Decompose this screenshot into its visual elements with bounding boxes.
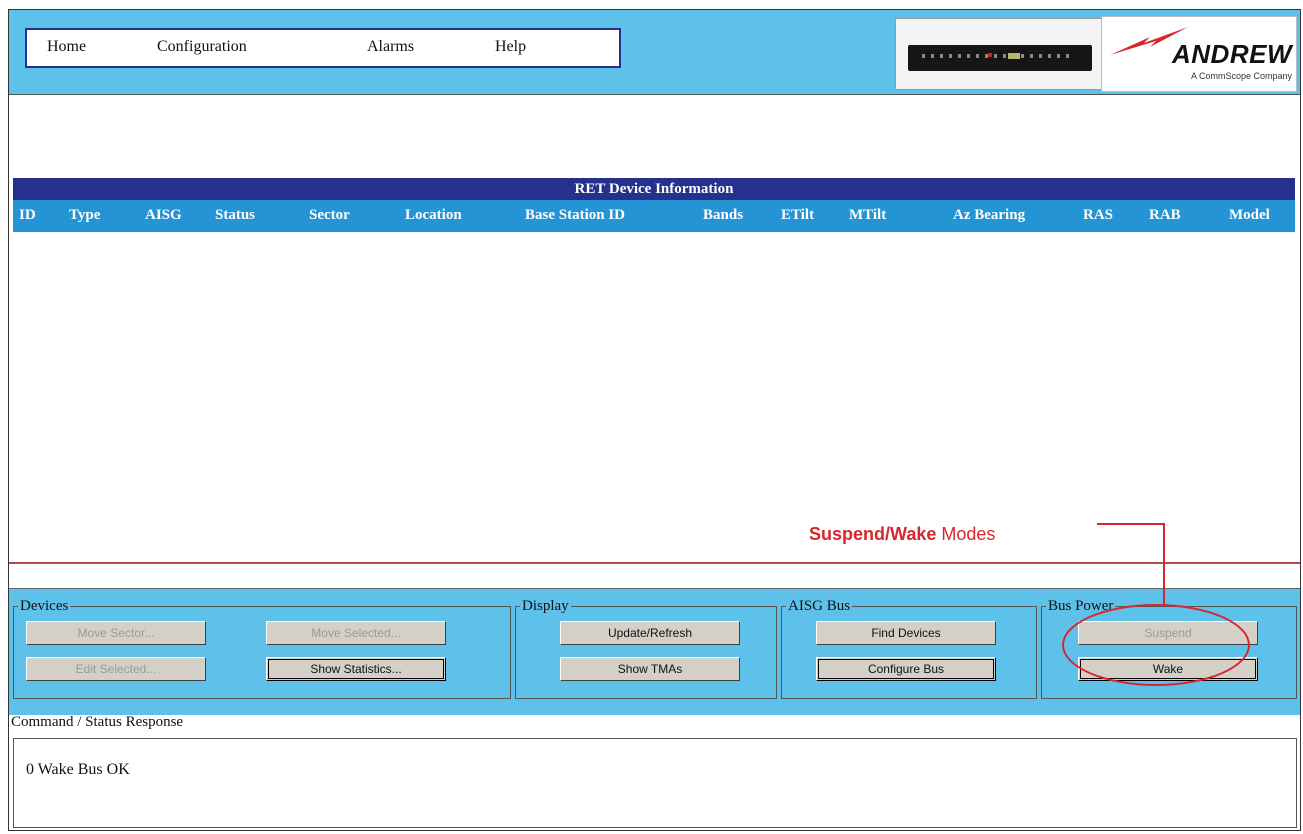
wake-button[interactable]: Wake [1078, 657, 1258, 681]
col-location[interactable]: Location [405, 207, 462, 224]
table-title: RET Device Information [13, 178, 1295, 200]
devices-group: Devices Move Sector... Move Selected... … [13, 597, 511, 699]
annotation-rest: Modes [936, 524, 996, 544]
col-base-station-id[interactable]: Base Station ID [525, 207, 625, 224]
aisg-bus-group: AISG Bus Find Devices Configure Bus [781, 597, 1037, 699]
bus-power-group-label: Bus Power [1046, 597, 1116, 615]
control-panel: Devices Move Sector... Move Selected... … [9, 588, 1300, 715]
company-logo: ANDREW A CommScope Company [1101, 16, 1297, 92]
rack-unit-icon [908, 45, 1092, 71]
col-etilt[interactable]: ETilt [781, 207, 814, 224]
logo-tagline: A CommScope Company [1190, 71, 1292, 81]
show-statistics-button[interactable]: Show Statistics... [266, 657, 446, 681]
move-selected-button[interactable]: Move Selected... [266, 621, 446, 645]
edit-selected-button[interactable]: Edit Selected... [26, 657, 206, 681]
col-id[interactable]: ID [19, 207, 36, 224]
app-window: Home Configuration Alarms Help ANDREW A … [8, 9, 1301, 831]
configure-bus-button[interactable]: Configure Bus [816, 657, 996, 681]
show-tmas-button[interactable]: Show TMAs [560, 657, 740, 681]
logo-name: ANDREW [1172, 39, 1292, 69]
col-mtilt[interactable]: MTilt [849, 207, 886, 224]
col-ras[interactable]: RAS [1083, 207, 1113, 224]
status-response-box: 0 Wake Bus OK [13, 738, 1297, 828]
col-bands[interactable]: Bands [703, 207, 743, 224]
display-group-label: Display [520, 597, 571, 615]
blank-area [9, 95, 1300, 175]
device-table: RET Device Information ID Type AISG Stat… [9, 175, 1300, 565]
col-model[interactable]: Model [1229, 207, 1270, 224]
section-divider [9, 562, 1300, 564]
display-group: Display Update/Refresh Show TMAs [515, 597, 777, 699]
find-devices-button[interactable]: Find Devices [816, 621, 996, 645]
menu-configuration[interactable]: Configuration [157, 38, 247, 56]
col-aisg[interactable]: AISG [145, 207, 182, 224]
menu-alarms[interactable]: Alarms [367, 38, 414, 56]
bus-power-group: Bus Power Suspend Wake [1041, 597, 1297, 699]
col-sector[interactable]: Sector [309, 207, 350, 224]
status-text: 0 Wake Bus OK [26, 761, 130, 778]
update-refresh-button[interactable]: Update/Refresh [560, 621, 740, 645]
devices-group-label: Devices [18, 597, 71, 615]
aisg-bus-group-label: AISG Bus [786, 597, 853, 615]
suspend-button[interactable]: Suspend [1078, 621, 1258, 645]
col-type[interactable]: Type [69, 207, 100, 224]
device-image [895, 18, 1103, 90]
header: Home Configuration Alarms Help ANDREW A … [9, 10, 1300, 95]
menu-home[interactable]: Home [47, 38, 86, 56]
status-label: Command / Status Response [11, 714, 184, 730]
col-status[interactable]: Status [215, 207, 255, 224]
annotation-bold: Suspend/Wake [809, 524, 937, 544]
col-az-bearing[interactable]: Az Bearing [953, 207, 1025, 224]
move-sector-button[interactable]: Move Sector... [26, 621, 206, 645]
menu-bar: Home Configuration Alarms Help [25, 28, 621, 68]
annotation-label: Suspend/Wake Modes [809, 524, 995, 545]
table-header: ID Type AISG Status Sector Location Base… [13, 200, 1295, 232]
col-rab[interactable]: RAB [1149, 207, 1181, 224]
menu-help[interactable]: Help [495, 38, 526, 56]
